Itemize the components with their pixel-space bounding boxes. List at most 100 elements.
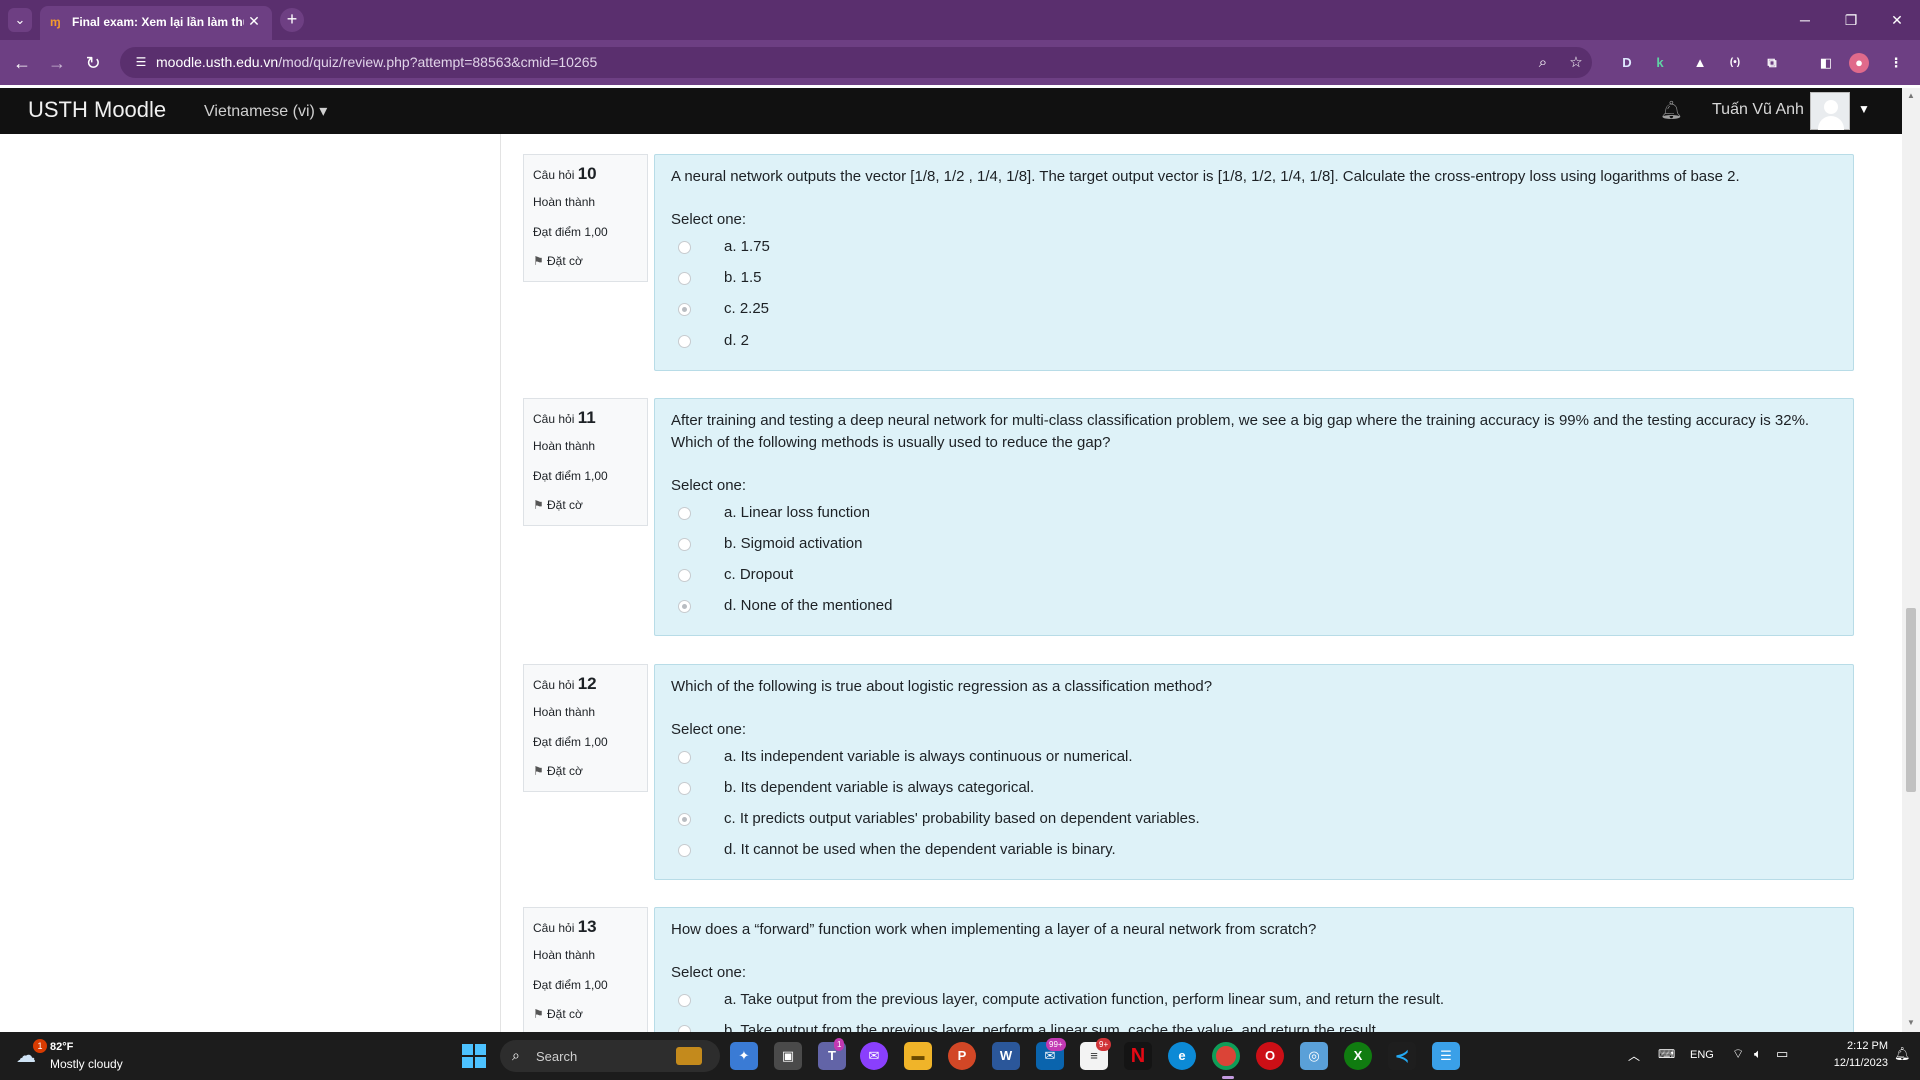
notepad-blue-icon[interactable]: ☰ [1432,1042,1460,1070]
question-number: Câu hỏi 13 [533,917,597,936]
close-window-icon[interactable]: ✕ [1882,8,1912,32]
url-text[interactable]: moodle.usth.edu.vn/mod/quiz/review.php?a… [156,54,597,70]
select-one-prompt: Select one: [671,721,747,738]
flag-question-link[interactable]: ⚑ Đặt cờ [533,764,583,778]
volume-muted-icon[interactable]: 🔈︎ [1754,1046,1762,1062]
radio-button[interactable] [678,994,691,1007]
radio-button-selected[interactable] [678,303,691,316]
flag-question-link[interactable]: ⚑ Đặt cờ [533,254,583,268]
browser-tab-bar: ⌄ ɱ Final exam: Xem lại lần làm thử ✕ + … [0,0,1920,40]
avatar[interactable] [1810,92,1850,130]
weather-temperature: 82°F [50,1041,74,1053]
question-text: Which of the following is true about log… [671,678,1213,695]
language-menu[interactable]: Vietnamese (vi) ▾ [204,101,327,121]
scrollbar-thumb[interactable] [1906,608,1916,792]
question-state: Hoàn thành [533,195,596,209]
radio-button[interactable] [678,782,691,795]
site-info-icon[interactable]: ☰ [132,53,150,71]
file-explorer-icon[interactable]: ▬ [904,1042,932,1070]
notification-bell-icon[interactable]: 🔔︎ [1660,100,1683,122]
tray-overflow-chevron-icon[interactable]: ︿ [1628,1047,1640,1064]
weather-widget[interactable]: ☁ 1 82°F Mostly cloudy [16,1039,136,1075]
question-grade: Đạt điểm 1,00 [533,469,608,483]
site-brand[interactable]: USTH Moodle [28,97,166,123]
taskbar-search-box[interactable]: ⌕ Search [500,1040,720,1072]
radio-button[interactable] [678,844,691,857]
radio-button-selected[interactable] [678,813,691,826]
mail-badge: 99+ [1046,1038,1066,1051]
profile-avatar-icon[interactable]: ● [1849,53,1869,73]
input-language[interactable]: ENG [1690,1049,1714,1061]
user-name[interactable]: Tuấn Vũ Anh [1712,101,1804,119]
user-menu-caret-icon[interactable]: ▼ [1858,102,1870,116]
side-panel-icon[interactable]: ◧ [1814,51,1838,75]
flag-question-link[interactable]: ⚑ Đặt cờ [533,498,583,512]
snipping-tool-icon[interactable]: ◎ [1300,1042,1328,1070]
tab-close-icon[interactable]: ✕ [246,13,262,31]
extension-cast-icon[interactable]: (•) [1723,51,1747,75]
tab-search-chevron-icon[interactable]: ⌄ [8,8,32,32]
bookmark-star-icon[interactable]: ☆ [1565,52,1587,74]
url-domain: moodle.usth.edu.vn [156,54,279,70]
keyboard-icon[interactable]: ⌨ [1658,1047,1675,1061]
extension-drive-icon[interactable]: ▲ [1688,51,1712,75]
notes-badge: 9+ [1096,1038,1112,1051]
wifi-icon[interactable]: ⌔ [1732,1046,1744,1062]
extension-k-icon[interactable]: k [1648,51,1672,75]
netflix-icon[interactable]: N [1124,1042,1152,1070]
radio-button[interactable] [678,751,691,764]
radio-button-selected[interactable] [678,600,691,613]
weather-condition: Mostly cloudy [50,1057,123,1071]
question-info-13: Câu hỏi 13 Hoàn thành Đạt điểm 1,00 ⚑ Đặt… [523,907,648,1032]
edge-icon[interactable]: e [1168,1042,1196,1070]
select-one-prompt: Select one: [671,211,747,228]
opera-icon[interactable]: O [1256,1042,1284,1070]
back-arrow-icon[interactable]: ← [9,50,35,76]
copilot-icon[interactable]: ✦ [730,1042,758,1070]
extensions-puzzle-icon[interactable]: ⧉ [1760,51,1784,75]
task-view-icon[interactable]: ▣ [774,1042,802,1070]
flag-question-link[interactable]: ⚑ Đặt cờ [533,1007,583,1021]
clock-date[interactable]: 12/11/2023 [1806,1057,1888,1069]
radio-button[interactable] [678,272,691,285]
browser-tab-active[interactable]: ɱ Final exam: Xem lại lần làm thử ✕ [40,6,272,40]
tab-title: Final exam: Xem lại lần làm thử [72,15,244,29]
notification-bell-icon[interactable]: 🔔︎ [1894,1046,1911,1062]
question-grade: Đạt điểm 1,00 [533,735,608,749]
clock-time[interactable]: 2:12 PM [1816,1040,1888,1052]
teams-badge: 1 [834,1038,845,1051]
restore-icon[interactable]: ❐ [1836,8,1866,32]
zoom-icon[interactable]: ⌕ [1532,52,1554,74]
minimize-icon[interactable]: ─ [1790,8,1820,32]
radio-button[interactable] [678,241,691,254]
flag-icon: ⚑ [533,254,544,268]
radio-button[interactable] [678,569,691,582]
scroll-down-icon[interactable]: ▼ [1906,1018,1916,1028]
radio-button[interactable] [678,507,691,520]
xbox-icon[interactable]: X [1344,1042,1372,1070]
powerpoint-icon[interactable]: P [948,1042,976,1070]
scroll-up-icon[interactable]: ▲ [1906,91,1916,101]
start-windows-icon[interactable] [462,1044,486,1068]
radio-button[interactable] [678,538,691,551]
browser-menu-icon[interactable]: ⋮ [1884,51,1908,75]
word-icon[interactable]: W [992,1042,1020,1070]
new-tab-button[interactable]: + [280,8,304,32]
chrome-icon[interactable] [1212,1042,1240,1070]
reload-icon[interactable]: ↻ [80,50,106,76]
page-scrollbar[interactable]: ▲ ▼ [1902,88,1920,1032]
question-info-10: Câu hỏi 10 Hoàn thành Đạt điểm 1,00 ⚑ Đặt… [523,154,648,282]
select-one-prompt: Select one: [671,964,747,981]
messenger-icon[interactable]: ✉ [860,1042,888,1070]
radio-button[interactable] [678,1025,691,1032]
address-bar[interactable]: ☰ moodle.usth.edu.vn/mod/quiz/review.php… [120,47,1592,78]
forward-arrow-icon[interactable]: → [44,50,70,76]
battery-icon[interactable]: ▭ [1776,1046,1788,1062]
vscode-icon[interactable]: ≺ [1388,1042,1416,1070]
search-highlight-icon [676,1047,702,1065]
flag-icon: ⚑ [533,498,544,512]
extension-d-icon[interactable]: D [1615,51,1639,75]
flag-icon: ⚑ [533,1007,544,1021]
question-state: Hoàn thành [533,705,596,719]
radio-button[interactable] [678,335,691,348]
